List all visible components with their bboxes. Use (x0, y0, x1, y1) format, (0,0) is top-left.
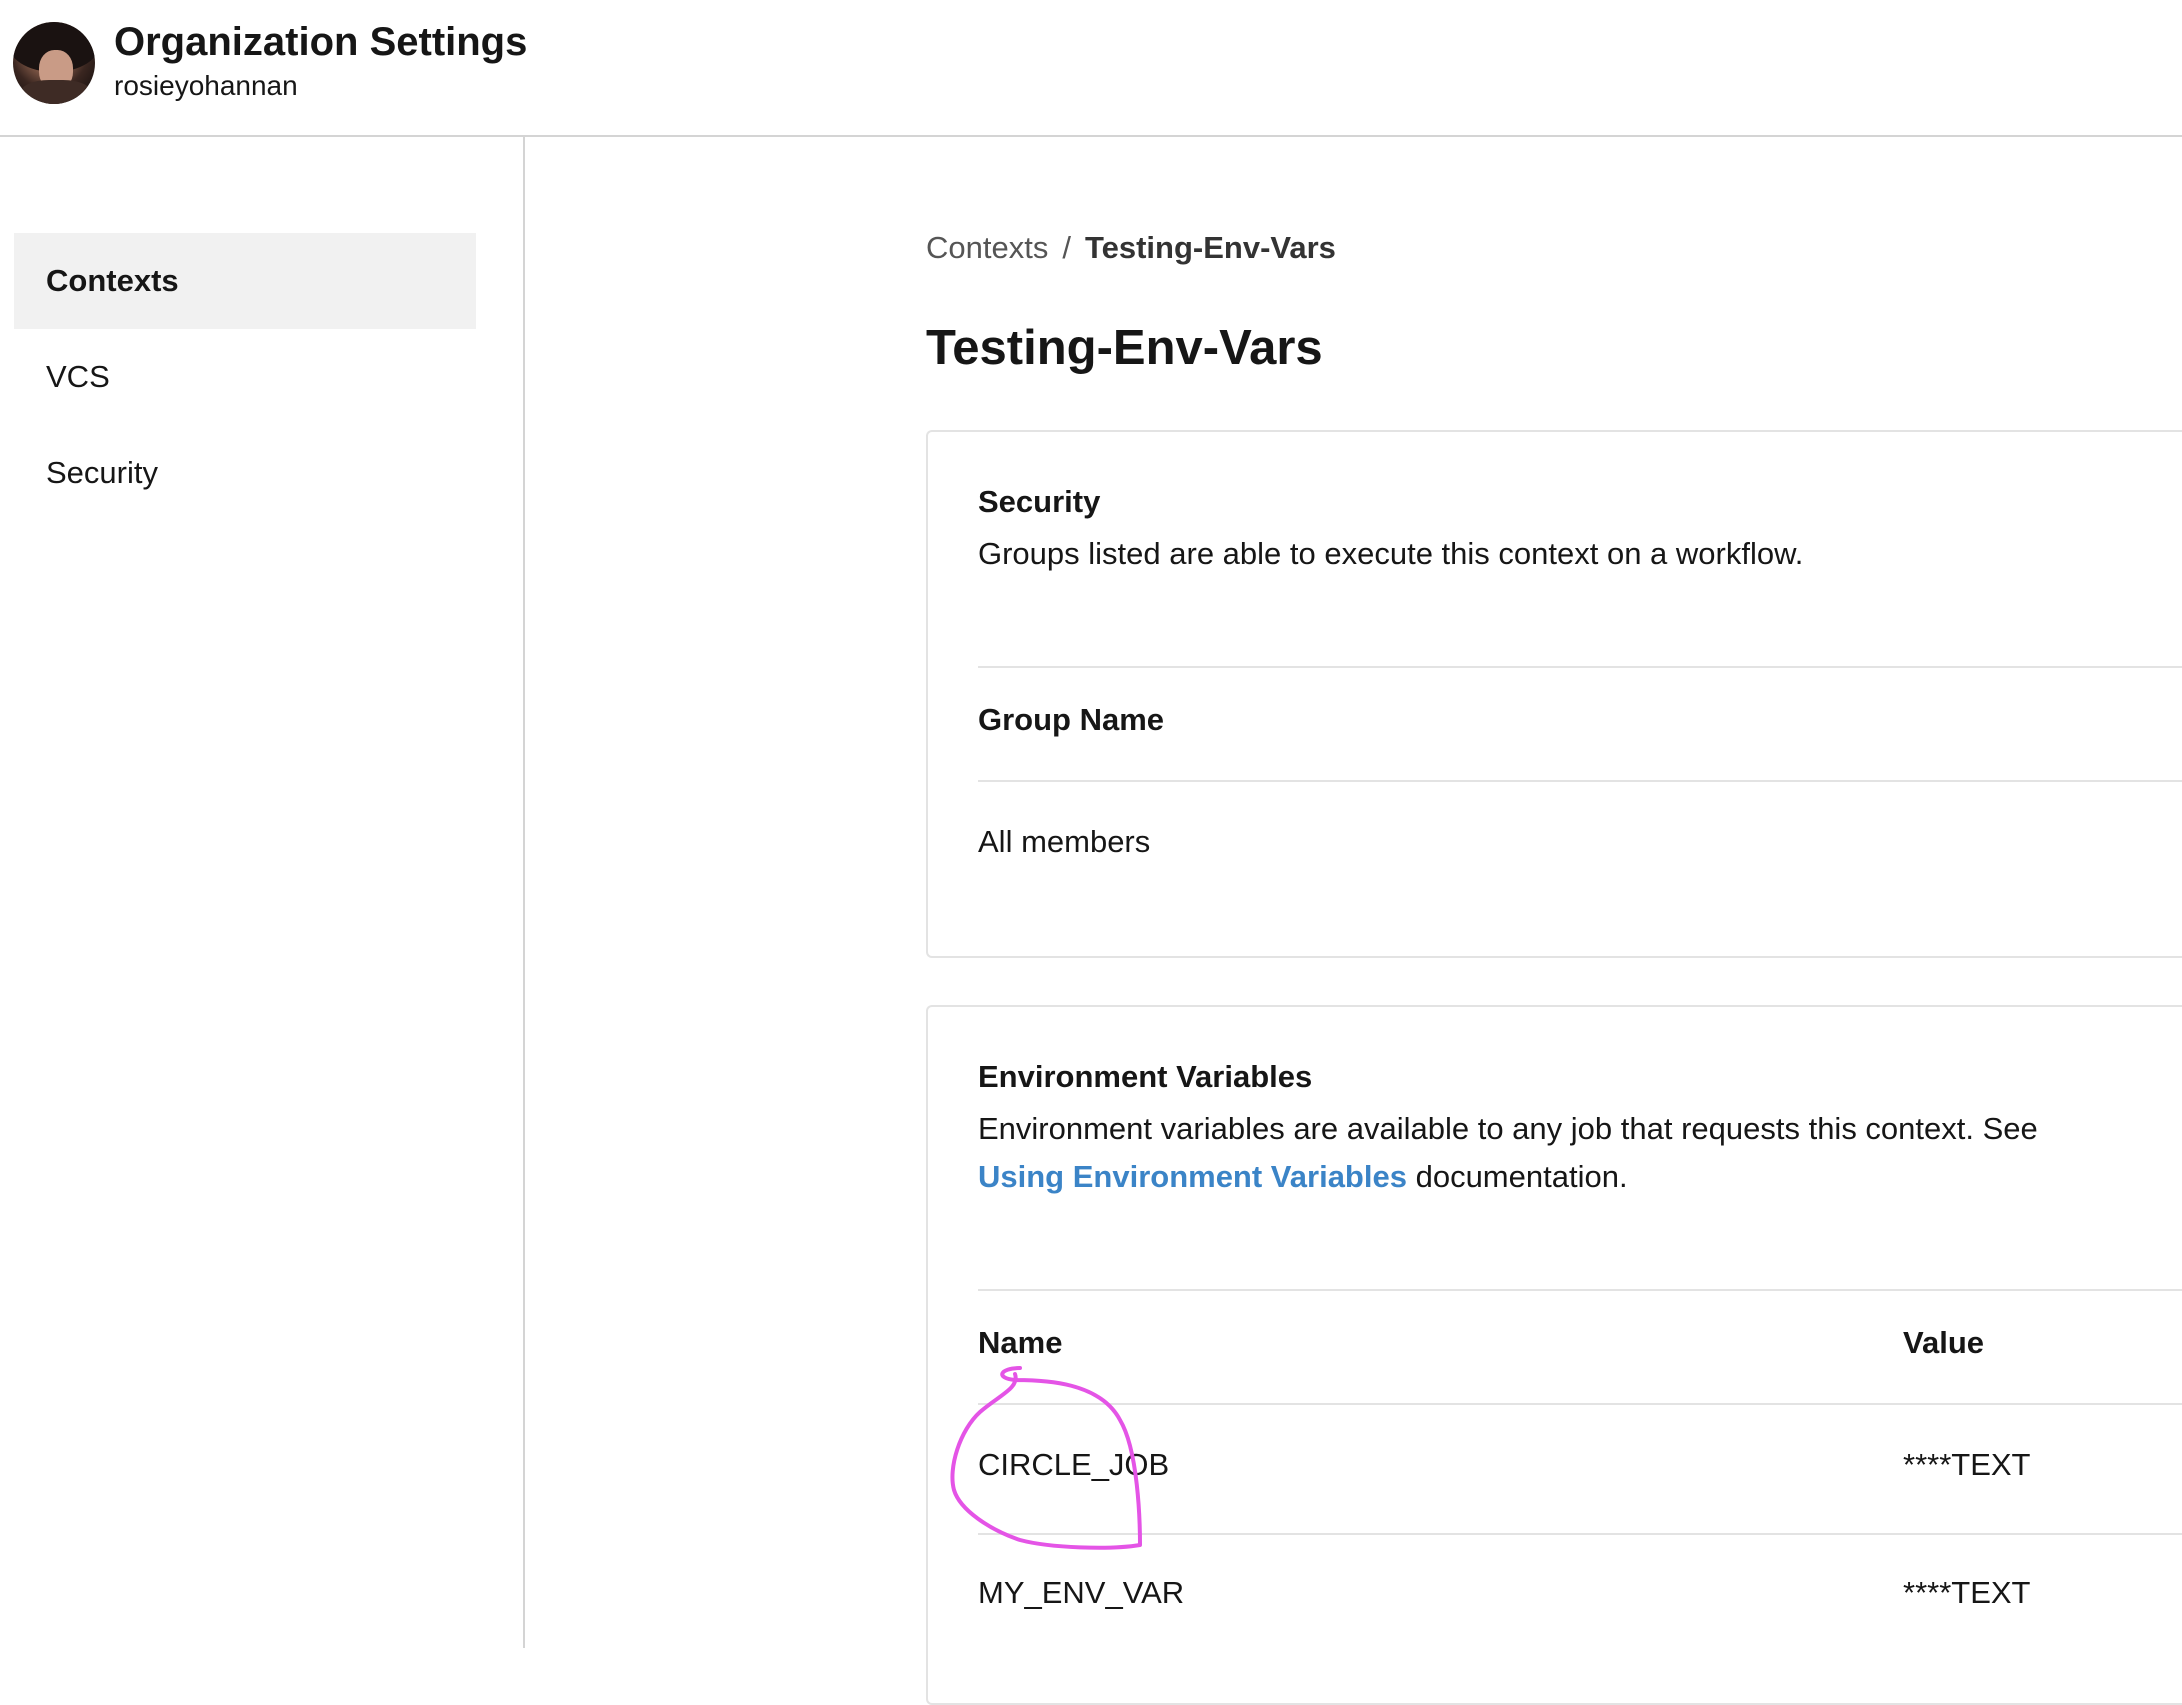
divider (978, 1533, 2182, 1535)
sidebar-item-label: VCS (46, 359, 110, 394)
sidebar-item-label: Security (46, 455, 158, 490)
breadcrumb: Contexts / Testing-Env-Vars (926, 230, 1336, 266)
env-var-name-my-env-var: MY_ENV_VAR (978, 1575, 1185, 1610)
env-vars-description-text: Environment variables are available to a… (978, 1111, 2038, 1146)
value-column-header: Value (1903, 1325, 1984, 1360)
group-row-all-members: All members (978, 824, 1151, 859)
breadcrumb-contexts-link[interactable]: Contexts (926, 230, 1048, 265)
divider (978, 666, 2182, 668)
sidebar-item-vcs[interactable]: VCS (14, 329, 476, 425)
env-vars-description-suffix: documentation. (1406, 1159, 1628, 1194)
avatar-shoulders (21, 80, 91, 104)
sidebar-item-contexts[interactable]: Contexts (14, 233, 476, 329)
breadcrumb-current: Testing-Env-Vars (1084, 230, 1336, 265)
name-column-header: Name (978, 1325, 1063, 1360)
divider (978, 1403, 2182, 1405)
divider (978, 780, 2182, 782)
org-username: rosieyohannan (114, 70, 298, 101)
env-var-name-circle-job: CIRCLE_JOB (978, 1447, 1170, 1482)
org-settings-title: Organization Settings (114, 20, 528, 64)
divider (978, 1289, 2182, 1291)
security-description: Groups listed are able to execute this c… (978, 536, 1804, 571)
avatar[interactable] (13, 22, 95, 104)
security-heading: Security (978, 484, 1101, 519)
env-vars-heading: Environment Variables (978, 1059, 1313, 1094)
group-name-column-header: Group Name (978, 702, 1165, 737)
env-var-value: ****TEXT (1903, 1447, 2031, 1482)
sidebar: Contexts VCS Security (0, 137, 525, 1648)
env-var-value: ****TEXT (1903, 1575, 2031, 1610)
using-env-vars-link[interactable]: Using Environment Variables (978, 1159, 1407, 1194)
security-card: Security Groups listed are able to execu… (926, 430, 2182, 958)
page-header: Organization Settings rosieyohannan (0, 0, 2182, 137)
page-title: Testing-Env-Vars (926, 321, 1323, 375)
breadcrumb-separator: / (1062, 230, 1071, 265)
environment-variables-card: Environment Variables Environment variab… (926, 1005, 2182, 1705)
env-vars-description: Environment variables are available to a… (978, 1105, 2118, 1201)
sidebar-item-label: Contexts (46, 263, 179, 298)
sidebar-item-security[interactable]: Security (14, 425, 476, 521)
